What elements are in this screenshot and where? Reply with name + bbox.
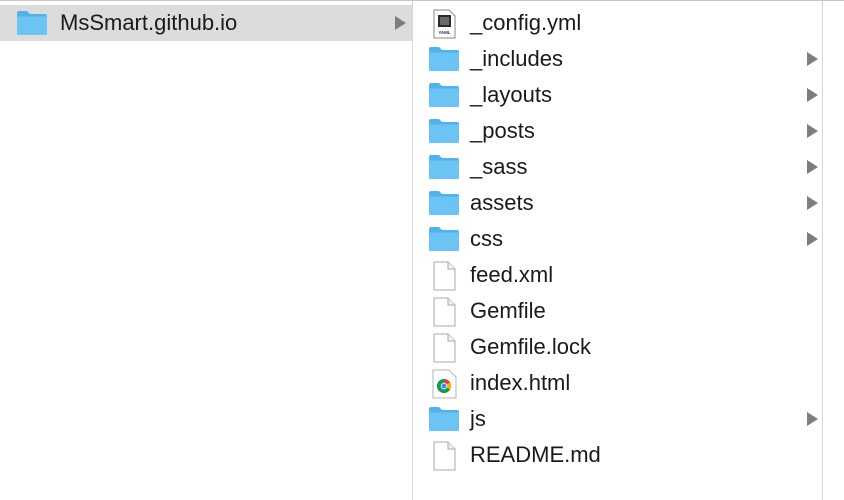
- folder-icon: [428, 117, 460, 145]
- column-item-index-html[interactable]: index.html: [414, 365, 822, 401]
- svg-text:YAML: YAML: [438, 30, 451, 35]
- column-item-label: _includes: [470, 46, 563, 71]
- column-item-label: README.md: [470, 442, 601, 467]
- document-icon: [428, 441, 460, 471]
- folder-icon: [428, 45, 460, 73]
- folder-icon: [428, 153, 460, 181]
- column-item-label: Gemfile: [470, 298, 546, 323]
- column-item-label: _layouts: [470, 82, 552, 107]
- expand-arrow-icon: [807, 160, 818, 174]
- expand-arrow-icon: [807, 124, 818, 138]
- column-item-label: Gemfile.lock: [470, 334, 592, 359]
- column-empty: [824, 1, 844, 500]
- column-item-label: _posts: [470, 118, 535, 143]
- column-item-posts[interactable]: _posts: [414, 113, 822, 149]
- column-item-config-yml[interactable]: YAML _config.yml: [414, 5, 822, 41]
- column-item-label: MsSmart.github.io: [60, 10, 238, 35]
- column-item-readme-md[interactable]: README.md: [414, 437, 822, 473]
- expand-arrow-icon: [807, 196, 818, 210]
- column-item-layouts[interactable]: _layouts: [414, 77, 822, 113]
- expand-arrow-icon: [807, 88, 818, 102]
- column-item-label: js: [470, 406, 486, 431]
- expand-arrow-icon: [807, 232, 818, 246]
- column-item-sass[interactable]: _sass: [414, 149, 822, 185]
- column-item-includes[interactable]: _includes: [414, 41, 822, 77]
- column-item-js[interactable]: js: [414, 401, 822, 437]
- column-item-assets[interactable]: assets: [414, 185, 822, 221]
- chrome-html-file-icon: [428, 369, 460, 399]
- column-item-label: index.html: [470, 370, 571, 395]
- folder-icon: [428, 225, 460, 253]
- expand-arrow-icon: [395, 16, 406, 30]
- column-item-feed-xml[interactable]: feed.xml: [414, 257, 822, 293]
- column-item-label: feed.xml: [470, 262, 554, 287]
- finder-column-view: MsSmart.github.io YAML _config.yml _includ…: [0, 0, 844, 500]
- folder-icon: [428, 81, 460, 109]
- column-item-gemfile[interactable]: Gemfile: [414, 293, 822, 329]
- document-icon: [428, 261, 460, 291]
- column-item-label: _config.yml: [470, 10, 582, 35]
- column-item-label: assets: [470, 190, 534, 215]
- expand-arrow-icon: [807, 52, 818, 66]
- folder-icon: [428, 405, 460, 433]
- yaml-file-icon: YAML: [428, 9, 460, 39]
- column-item-label: css: [470, 226, 503, 251]
- column-contents: YAML _config.yml _includes _layouts _posts _s…: [414, 1, 823, 500]
- column-root: MsSmart.github.io: [0, 1, 413, 500]
- column-item-gemfile-lock[interactable]: Gemfile.lock: [414, 329, 822, 365]
- document-icon: [428, 333, 460, 363]
- column-item-mssmart-github-io[interactable]: MsSmart.github.io: [0, 5, 412, 41]
- column-item-label: _sass: [470, 154, 528, 179]
- column-item-css[interactable]: css: [414, 221, 822, 257]
- folder-icon: [16, 9, 48, 37]
- document-icon: [428, 297, 460, 327]
- folder-icon: [428, 189, 460, 217]
- expand-arrow-icon: [807, 412, 818, 426]
